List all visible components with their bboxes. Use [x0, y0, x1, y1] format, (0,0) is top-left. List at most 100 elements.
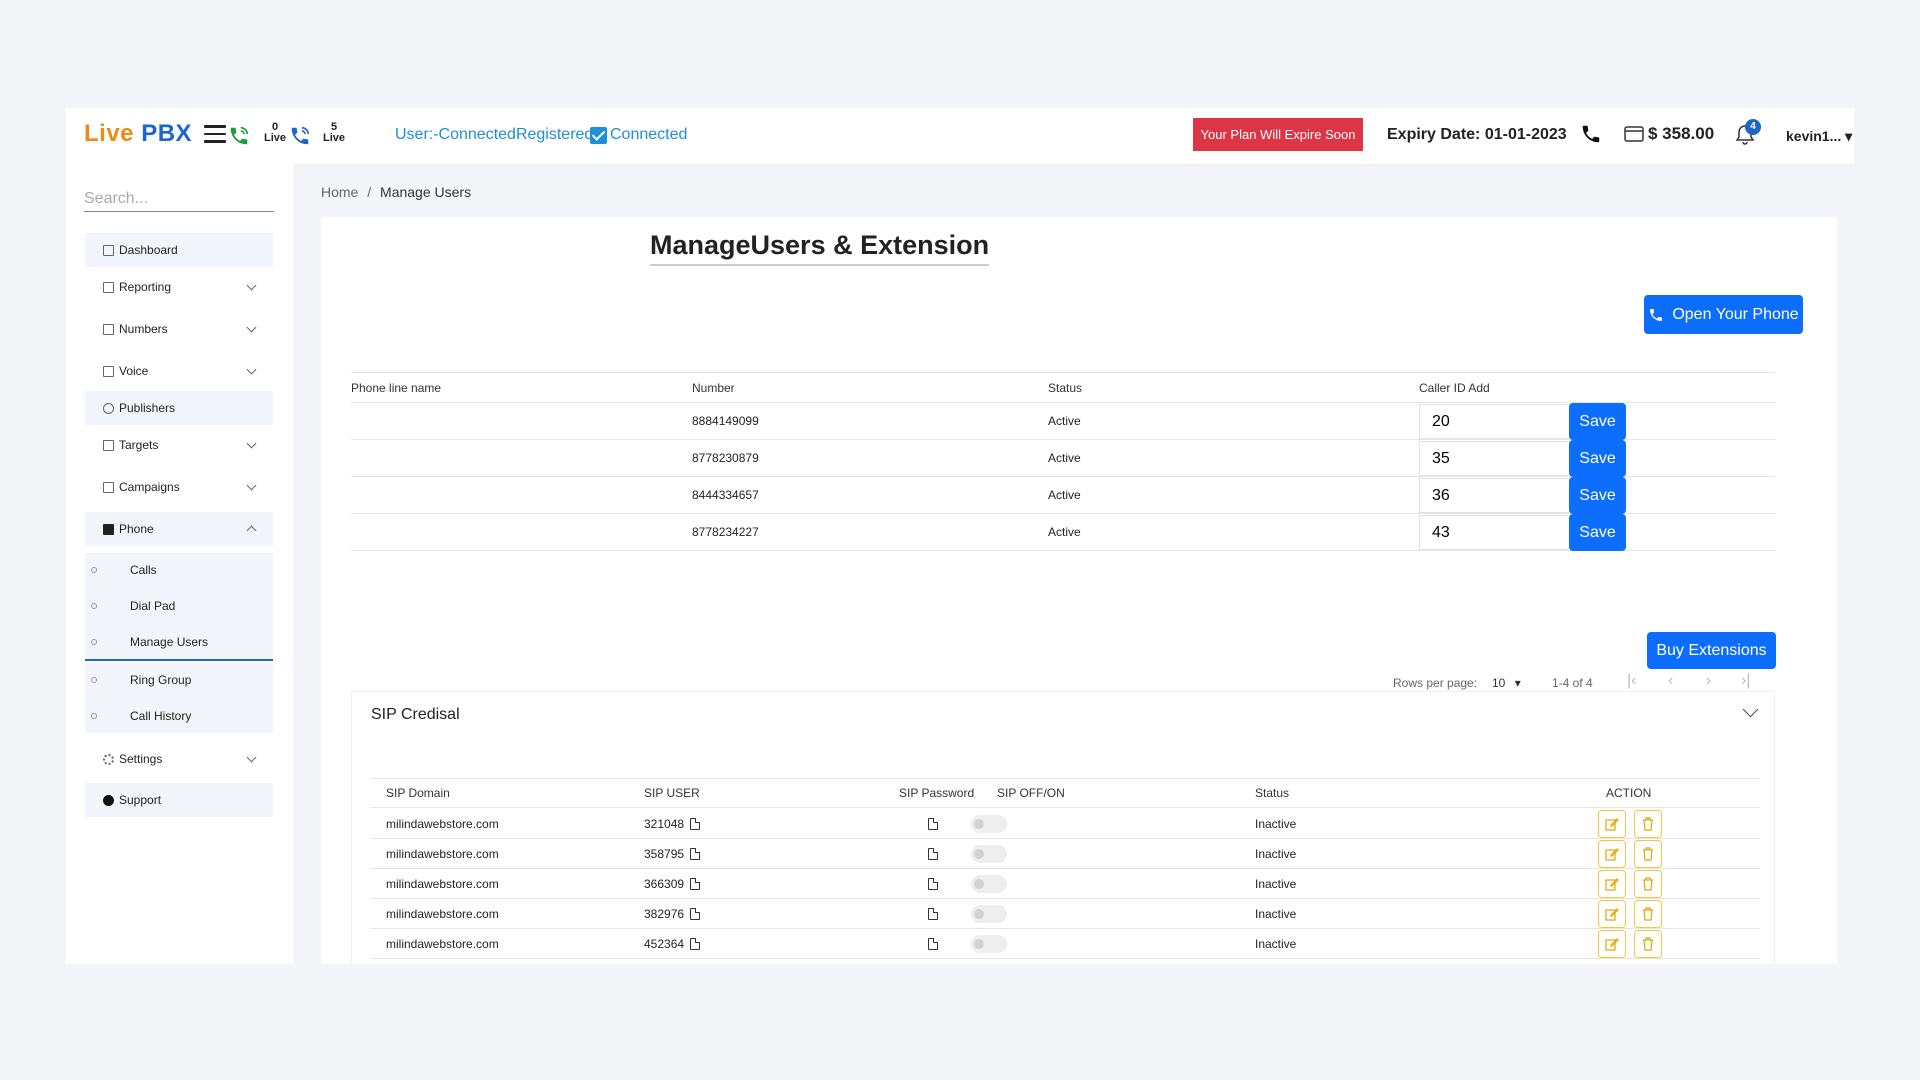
sidebar-subitem-label: Dial Pad: [130, 599, 176, 613]
copy-icon[interactable]: [928, 877, 938, 890]
buy-extensions-button[interactable]: Buy Extensions: [1647, 632, 1776, 669]
wallet-icon: [1624, 126, 1644, 142]
sidebar-subitem-dial-pad[interactable]: Dial Pad: [85, 589, 273, 623]
breadcrumb: Home / Manage Users: [321, 184, 471, 200]
chevron-down-icon: [246, 322, 257, 333]
menu-toggle-icon[interactable]: [204, 125, 226, 145]
sidebar-item-phone[interactable]: Phone: [85, 512, 273, 546]
status-text: Inactive: [1255, 936, 1297, 951]
brand-logo[interactable]: Live PBX: [84, 120, 192, 148]
dashboard-icon: [103, 244, 114, 256]
sidebar-subitem-call-history[interactable]: Call History: [85, 699, 273, 733]
user-menu[interactable]: kevin1... ▾: [1786, 128, 1852, 145]
copy-icon[interactable]: [690, 847, 701, 860]
delete-button[interactable]: [1634, 870, 1662, 898]
sip-user: 452364: [644, 937, 701, 951]
table-row: 8884149099 Active Save: [351, 403, 1775, 440]
copy-icon[interactable]: [690, 937, 701, 950]
phone-call-icon[interactable]: [1580, 123, 1602, 145]
info-circle-icon: [103, 794, 114, 806]
copy-icon[interactable]: [928, 817, 938, 830]
copy-icon[interactable]: [928, 847, 938, 860]
caller-id-input[interactable]: [1419, 441, 1569, 476]
voice-icon: [103, 365, 114, 377]
delete-button[interactable]: [1634, 840, 1662, 868]
save-button[interactable]: Save: [1569, 514, 1626, 551]
sip-toggle[interactable]: [971, 935, 1007, 953]
rows-per-page-select[interactable]: 10 ▾: [1492, 676, 1521, 690]
reporting-icon: [103, 281, 114, 293]
sidebar-item-targets[interactable]: Targets: [85, 428, 273, 462]
sip-domain: milindawebstore.com: [386, 936, 499, 951]
caller-id-input[interactable]: [1419, 404, 1569, 439]
next-page-icon[interactable]: ›: [1706, 672, 1711, 690]
copy-icon[interactable]: [690, 907, 701, 920]
sip-user: 366309: [644, 877, 701, 891]
sidebar-item-numbers[interactable]: Numbers: [85, 312, 273, 346]
search-input[interactable]: [84, 186, 274, 212]
delete-button[interactable]: [1634, 810, 1662, 838]
sidebar-subitem-calls[interactable]: Calls: [85, 553, 273, 587]
sidebar-subitem-ring-group[interactable]: Ring Group: [85, 663, 273, 697]
live-right-label: Live: [323, 132, 346, 144]
live-calls-green-icon: [230, 126, 249, 145]
phone-square-icon: [103, 523, 114, 535]
edit-icon: [1605, 818, 1619, 831]
sidebar-item-voice[interactable]: Voice: [85, 354, 273, 388]
edit-button[interactable]: [1598, 930, 1626, 958]
open-phone-label: Open Your Phone: [1672, 305, 1799, 323]
sip-user: 382976: [644, 907, 701, 921]
open-phone-button[interactable]: Open Your Phone: [1644, 295, 1803, 334]
first-page-icon[interactable]: |‹: [1627, 672, 1636, 690]
delete-button[interactable]: [1634, 930, 1662, 958]
last-page-icon[interactable]: ›|: [1741, 672, 1750, 690]
col-phone-line-name: Phone line name: [351, 380, 442, 395]
edit-button[interactable]: [1598, 900, 1626, 928]
status-text: Inactive: [1255, 816, 1297, 831]
sip-user: 358795: [644, 846, 701, 861]
sidebar-subitem-manage-users[interactable]: Manage Users: [85, 625, 273, 659]
sip-toggle[interactable]: [971, 905, 1007, 923]
sidebar-item-label: Voice: [119, 364, 149, 378]
edit-icon: [1605, 848, 1619, 861]
sip-accordion-title[interactable]: SIP Credisal: [371, 706, 460, 724]
delete-button[interactable]: [1634, 900, 1662, 928]
caller-id-input[interactable]: [1419, 478, 1569, 513]
copy-icon[interactable]: [928, 907, 938, 920]
save-button[interactable]: Save: [1569, 403, 1626, 440]
sidebar-item-support[interactable]: Support: [85, 783, 273, 817]
sip-user-value: 358795: [644, 846, 685, 861]
sidebar-item-dashboard[interactable]: Dashboard: [85, 233, 273, 267]
edit-icon: [1605, 908, 1619, 921]
expiry-date: Expiry Date: 01-01-2023: [1387, 126, 1567, 143]
plan-expire-button[interactable]: Your Plan Will Expire Soon: [1193, 118, 1363, 151]
save-button[interactable]: Save: [1569, 440, 1626, 477]
sidebar-item-publishers[interactable]: Publishers: [85, 391, 273, 425]
edit-button[interactable]: [1598, 840, 1626, 868]
balance-amount: $ 358.00: [1648, 124, 1715, 143]
edit-button[interactable]: [1598, 870, 1626, 898]
wallet-balance[interactable]: $ 358.00: [1624, 124, 1714, 144]
sip-table-header: SIP Domain SIP USER SIP Password SIP OFF…: [371, 778, 1760, 808]
sip-password: [922, 877, 938, 891]
breadcrumb-home[interactable]: Home: [321, 184, 358, 200]
caller-id-input[interactable]: [1419, 515, 1569, 550]
app-frame: Live PBX 0 Live 5 Live User:-ConnectedRe…: [66, 108, 1854, 964]
prev-page-icon[interactable]: ‹: [1668, 672, 1673, 690]
numbers-icon: [103, 323, 114, 335]
copy-icon[interactable]: [928, 937, 938, 950]
sip-user: 321048: [644, 817, 701, 831]
sidebar-item-label: Numbers: [119, 322, 168, 336]
sip-toggle[interactable]: [971, 845, 1007, 863]
edit-icon: [1605, 938, 1619, 951]
copy-icon[interactable]: [690, 877, 701, 890]
sidebar-item-reporting[interactable]: Reporting: [85, 270, 273, 304]
edit-button[interactable]: [1598, 810, 1626, 838]
save-button[interactable]: Save: [1569, 477, 1626, 514]
sip-toggle[interactable]: [971, 815, 1007, 833]
sidebar-item-campaigns[interactable]: Campaigns: [85, 470, 273, 504]
sip-toggle[interactable]: [971, 875, 1007, 893]
sidebar-item-settings[interactable]: Settings: [85, 742, 273, 776]
copy-icon[interactable]: [690, 817, 701, 830]
chevron-up-icon: [246, 525, 257, 536]
